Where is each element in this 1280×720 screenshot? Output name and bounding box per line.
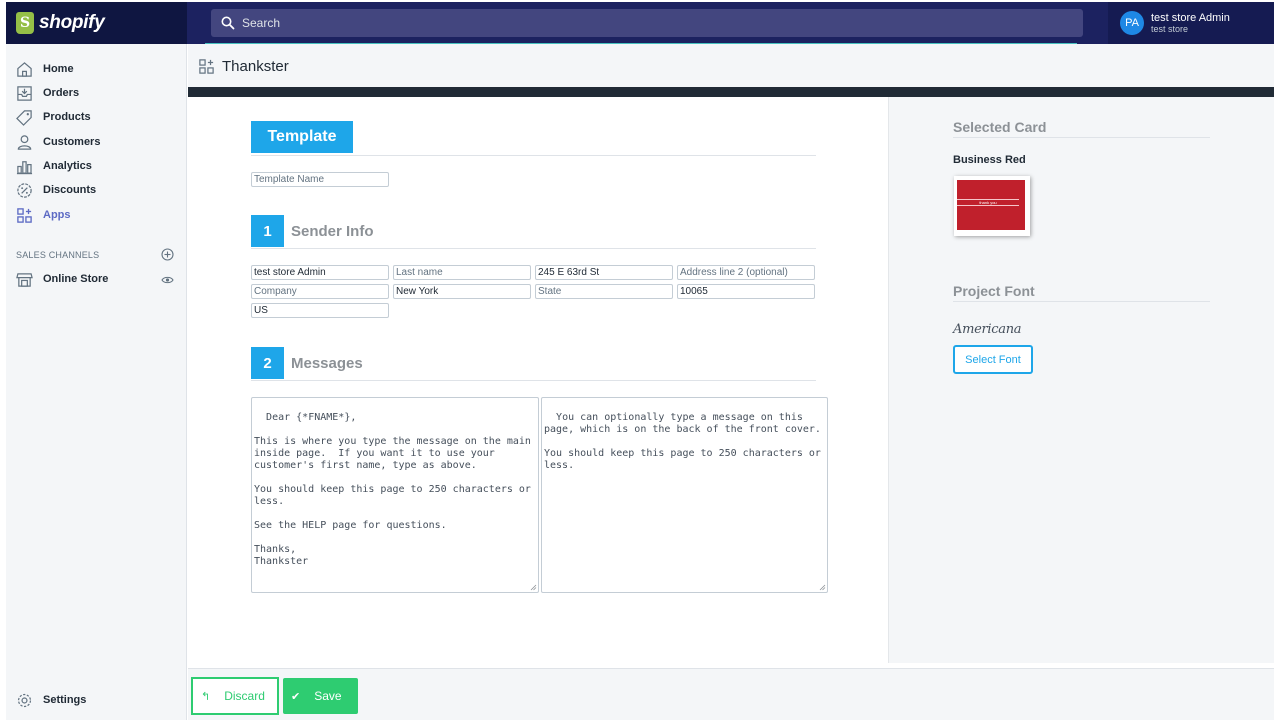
sidebar-item-label: Orders (43, 87, 79, 99)
check-icon: ✔ (291, 690, 300, 703)
sidebar-item-label: Apps (43, 209, 71, 221)
sidebar-item-label: Products (43, 111, 91, 123)
page-title: Thankster (222, 58, 289, 75)
sidebar-item-online-store[interactable]: Online Store (6, 267, 187, 291)
shopify-bag-icon (16, 12, 34, 34)
save-button[interactable]: ✔ Save (283, 678, 358, 714)
divider (251, 248, 816, 249)
top-bar: shopify Search PA test store Admin test … (6, 2, 1274, 44)
discard-button[interactable]: ↰ Discard (191, 677, 279, 715)
search-bar[interactable]: Search (211, 9, 1083, 37)
search-placeholder: Search (242, 16, 280, 30)
card-name: Business Red (953, 154, 1026, 166)
company-input[interactable]: Company (251, 284, 389, 299)
select-font-button[interactable]: Select Font (953, 345, 1033, 374)
sidebar-item-label: Customers (43, 136, 100, 148)
zip-input[interactable]: 10065 (677, 284, 815, 299)
sales-channels-title: SALES CHANNELS (16, 250, 99, 260)
add-channel-plus-icon[interactable] (161, 248, 174, 261)
sidebar-item-customers[interactable]: Customers (6, 130, 187, 154)
sidebar-item-settings[interactable]: Settings (6, 688, 187, 712)
account-name: test store Admin (1151, 12, 1230, 24)
account-menu[interactable]: PA test store Admin test store (1108, 2, 1274, 44)
selected-card-title: Selected Card (953, 119, 1046, 135)
project-font-title: Project Font (953, 283, 1035, 299)
resize-grip-icon[interactable] (819, 584, 826, 591)
apps-icon (198, 58, 215, 75)
sender-info-title: Sender Info (291, 223, 374, 240)
sidebar-item-products[interactable]: Products (6, 105, 187, 129)
section-number-1: 1 (251, 215, 284, 247)
template-header: Template (251, 121, 353, 153)
first-name-input[interactable]: test store Admin (251, 265, 389, 280)
sidebar-item-label: Discounts (43, 184, 96, 196)
discount-icon (16, 182, 33, 199)
search-icon (221, 16, 235, 30)
state-input[interactable]: State (535, 284, 673, 299)
sidebar-item-label: Home (43, 63, 74, 75)
city-input[interactable]: New York (393, 284, 531, 299)
sidebar-item-label: Online Store (43, 273, 108, 285)
sidebar-item-home[interactable]: Home (6, 57, 187, 81)
home-icon (16, 61, 33, 78)
save-label: Save (314, 689, 341, 703)
account-store: test store (1151, 24, 1230, 34)
last-name-input[interactable]: Last name (393, 265, 531, 280)
card-text: thank you (957, 199, 1019, 206)
bar-chart-icon (16, 158, 33, 175)
divider (251, 380, 816, 381)
undo-icon: ↰ (201, 690, 210, 703)
sidebar: Home Orders Products Customers Analytics… (6, 44, 187, 720)
shopify-logo[interactable]: shopify (6, 2, 187, 44)
orders-icon (16, 85, 33, 102)
font-sample: Americana (953, 322, 1021, 337)
card-thumbnail[interactable]: thank you (954, 176, 1030, 236)
back-message-textarea[interactable]: You can optionally type a message on thi… (541, 397, 828, 593)
divider (953, 301, 1210, 302)
divider (953, 137, 1210, 138)
tag-icon (16, 109, 33, 126)
person-icon (16, 134, 33, 151)
sidebar-item-label: Analytics (43, 160, 92, 172)
sidebar-item-apps[interactable]: Apps (6, 203, 187, 227)
address2-input[interactable]: Address line 2 (optional) (677, 265, 815, 280)
address1-input[interactable]: 245 E 63rd St (535, 265, 673, 280)
resize-grip-icon[interactable] (530, 584, 537, 591)
discard-label: Discard (224, 689, 265, 703)
app-header: Thankster (188, 44, 1274, 88)
avatar: PA (1120, 11, 1144, 35)
country-input[interactable]: US (251, 303, 389, 318)
sidebar-item-analytics[interactable]: Analytics (6, 154, 187, 178)
main-message-textarea[interactable]: Dear {*FNAME*}, This is where you type t… (251, 397, 539, 593)
apps-icon (16, 207, 33, 224)
messages-title: Messages (291, 355, 363, 372)
store-icon (16, 271, 33, 288)
divider (251, 155, 816, 156)
gear-icon (16, 692, 33, 709)
template-name-input[interactable]: Template Name (251, 172, 389, 187)
sidebar-item-label: Settings (43, 694, 86, 706)
sidebar-item-discounts[interactable]: Discounts (6, 178, 187, 202)
brand-name: shopify (39, 12, 104, 34)
app-toolbar-strip (188, 87, 1274, 97)
sidebar-item-orders[interactable]: Orders (6, 81, 187, 105)
main-message-text: Dear {*FNAME*}, This is where you type t… (254, 412, 537, 567)
eye-icon[interactable] (161, 275, 174, 285)
back-message-text: You can optionally type a message on thi… (544, 412, 827, 471)
side-panel (888, 97, 1274, 663)
section-number-2: 2 (251, 347, 284, 379)
